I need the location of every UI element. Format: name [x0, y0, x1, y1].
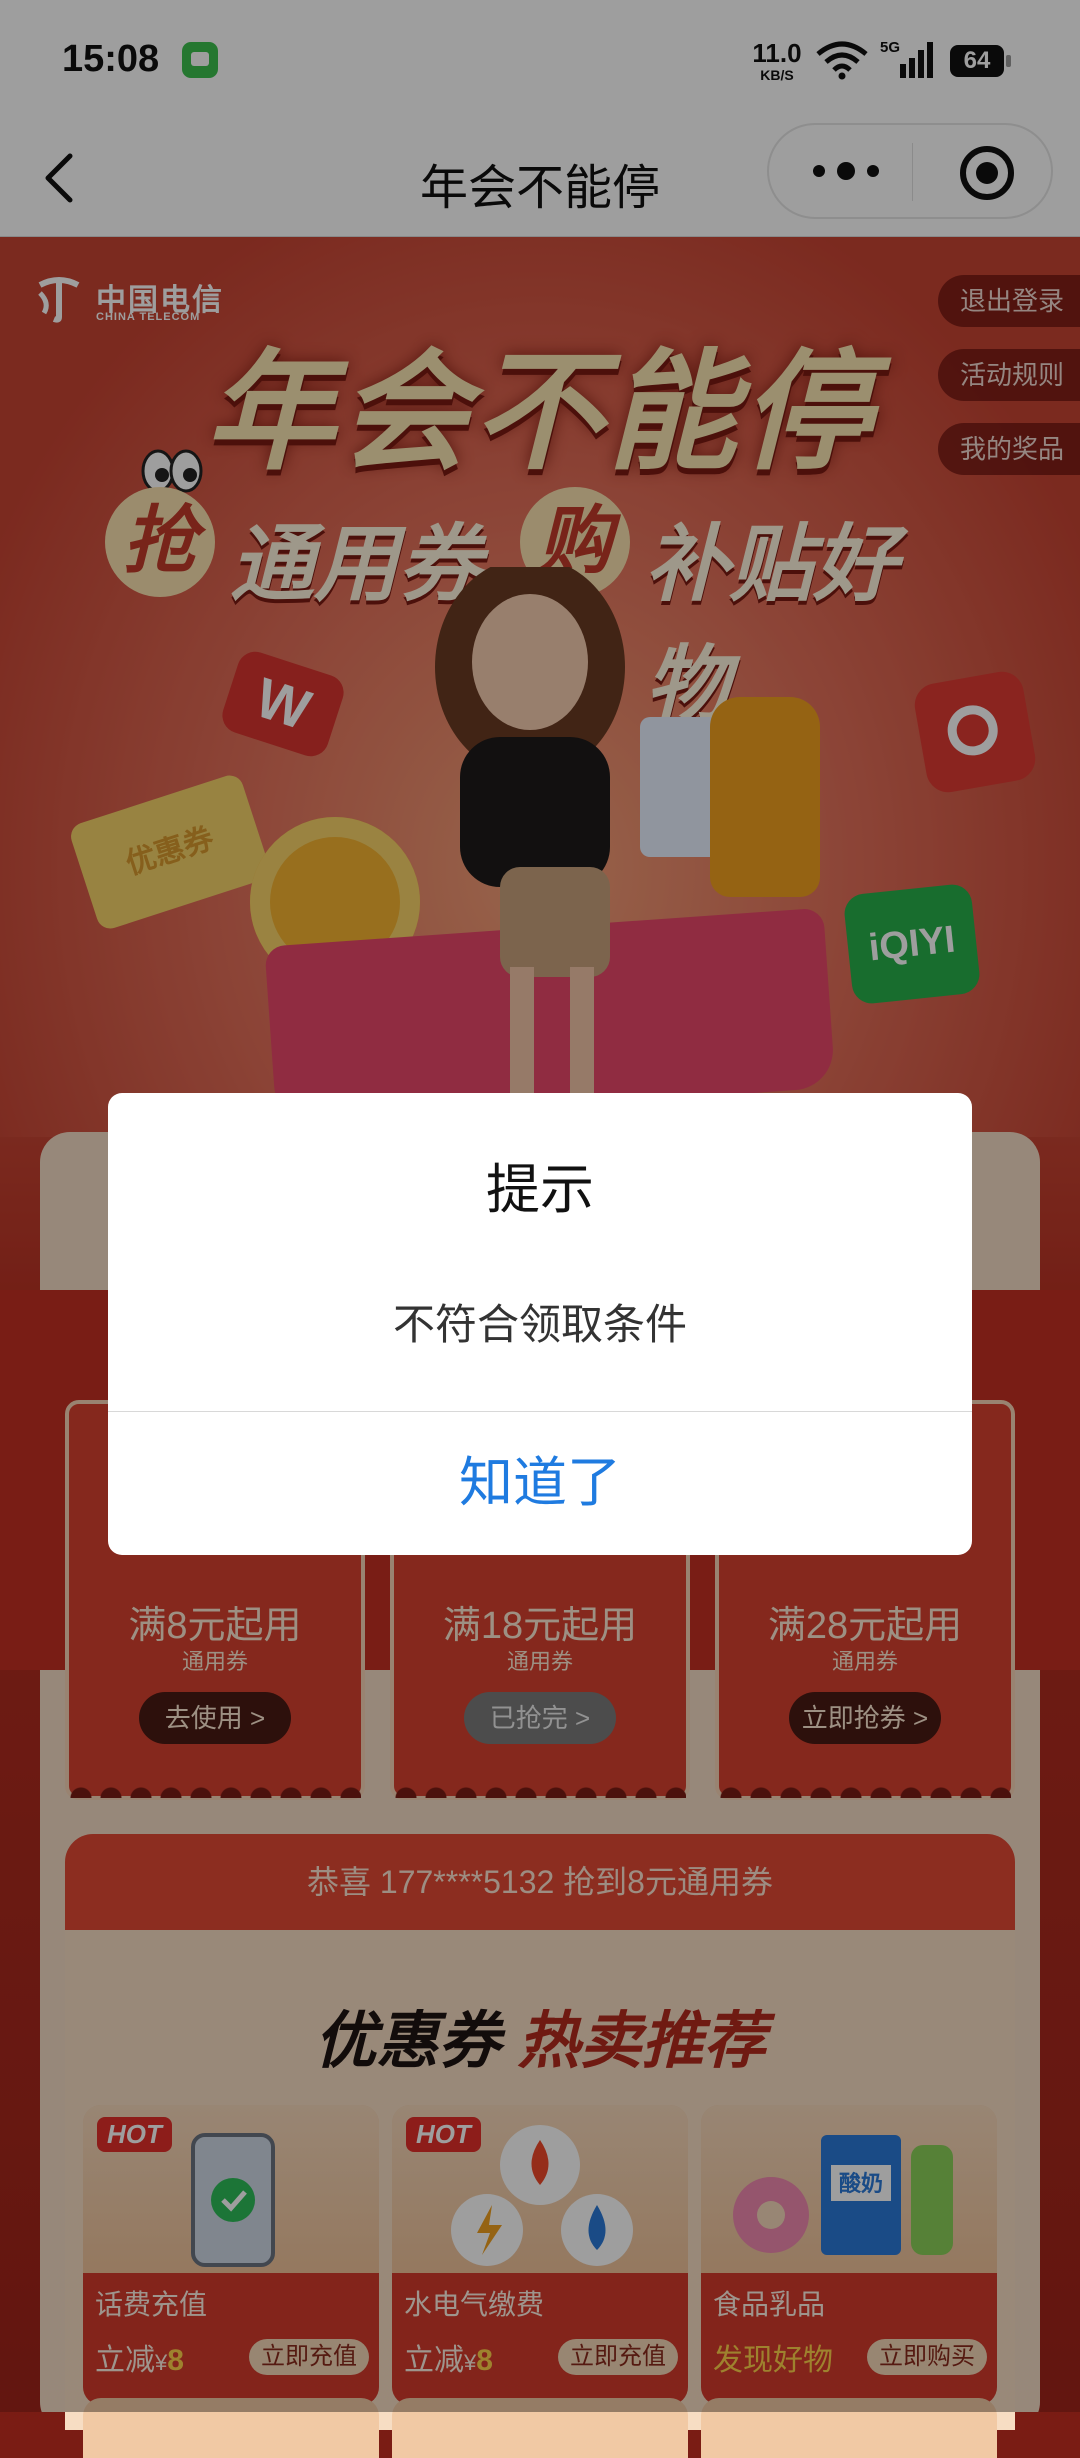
alert-dialog: 提示 不符合领取条件 知道了: [108, 1093, 972, 1555]
dialog-title: 提示: [486, 1160, 594, 1220]
dialog-confirm-button[interactable]: 知道了: [108, 1412, 972, 1555]
dialog-message: 不符合领取条件: [392, 1301, 687, 1348]
